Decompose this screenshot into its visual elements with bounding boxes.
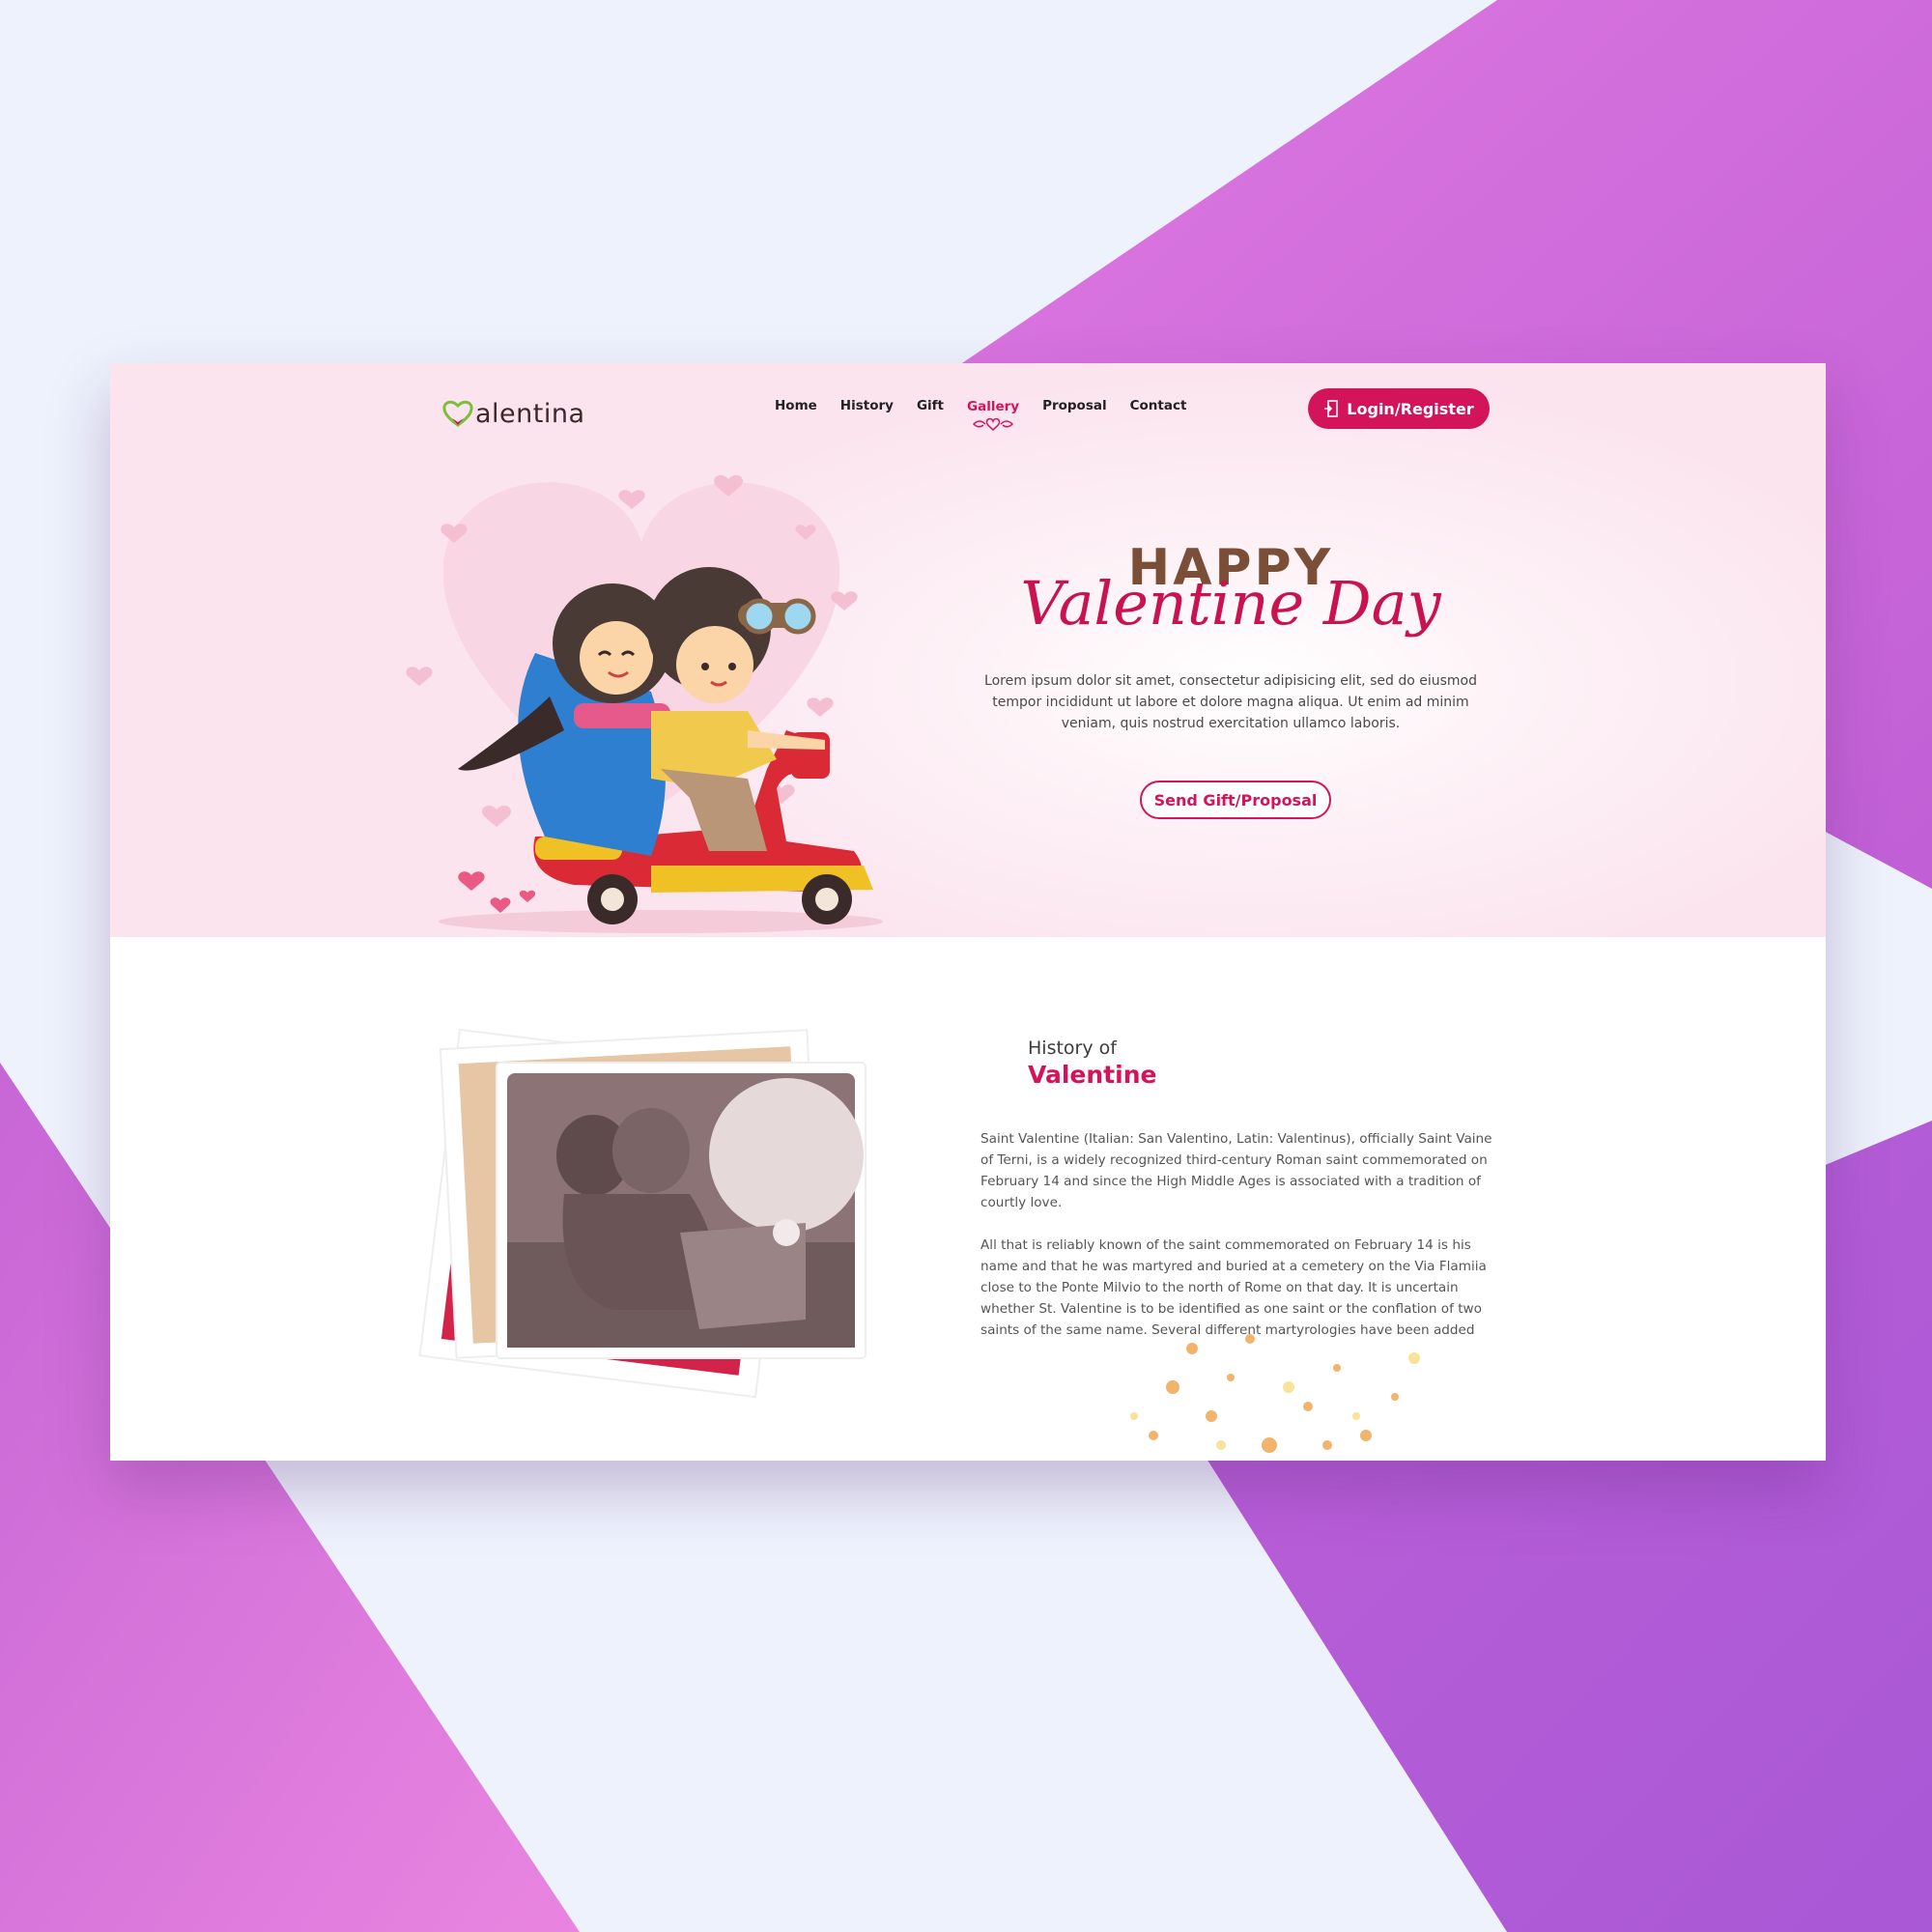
history-paragraph-1: Saint Valentine (Italian: San Valentino,… — [980, 1131, 1492, 1210]
website-mockup: alentina Home History Gift Gallery Propo… — [110, 363, 1826, 1461]
history-heading-small: History of — [1028, 1037, 1117, 1059]
history-heading-big: Valentine — [1028, 1061, 1157, 1089]
history-paragraph-2: All that is reliably known of the saint … — [980, 1237, 1487, 1338]
confetti-decoration — [1130, 1334, 1420, 1453]
